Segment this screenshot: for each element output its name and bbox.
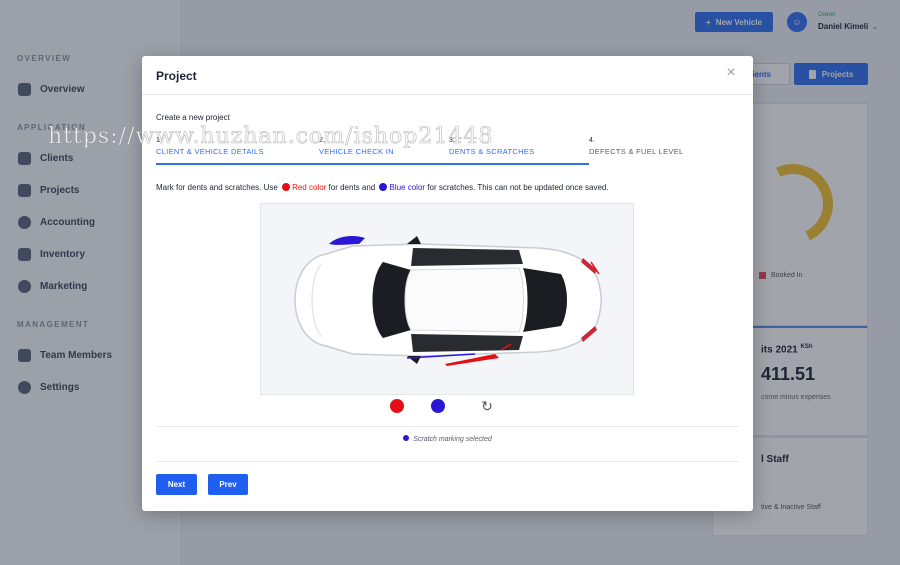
car-top-view-image[interactable] [261, 204, 635, 396]
step-number: 1. [156, 137, 162, 144]
step-defects-fuel-level[interactable]: 4. DEFECTS & FUEL LEVEL [589, 136, 684, 164]
rear-window [523, 268, 567, 332]
step-vehicle-check-in[interactable]: 2. VEHICLE CHECK IN [319, 136, 394, 164]
red-color-picker[interactable] [390, 399, 404, 413]
step-label: CLIENT & VEHICLE DETAILS [156, 147, 264, 156]
red-dot-icon [282, 183, 291, 191]
step-label: VEHICLE CHECK IN [319, 147, 394, 156]
blue-dot-icon [403, 435, 410, 441]
step-label: DENTS & SCRATCHES [449, 147, 535, 156]
next-button[interactable]: Next [156, 474, 197, 495]
instruction-prefix: Mark for dents and scratches. Use [156, 183, 278, 192]
instruction-suffix: for scratches. This can not be updated o… [427, 183, 609, 192]
prev-button[interactable]: Prev [208, 474, 248, 495]
scratch-mark [329, 236, 365, 245]
car-marking-canvas[interactable] [260, 203, 634, 395]
step-client-vehicle-details[interactable]: 1. CLIENT & VEHICLE DETAILS [156, 136, 264, 164]
reset-icon[interactable]: ↻ [478, 397, 496, 415]
step-number: 3. [449, 137, 455, 144]
modal-header: Project × [142, 56, 753, 95]
blue-color-picker[interactable] [431, 399, 445, 413]
step-dents-scratches[interactable]: 3. DENTS & SCRATCHES [449, 136, 534, 164]
stepper-progress-line [156, 163, 589, 165]
status-text: Scratch marking selected [413, 436, 492, 443]
blue-dot-icon [379, 183, 388, 191]
instruction-middle: for dents and [328, 183, 376, 192]
marking-instructions: Mark for dents and scratches. Use Red co… [156, 183, 609, 192]
red-color-label: Red color [292, 183, 327, 192]
stepper: 1. CLIENT & VEHICLE DETAILS 2. VEHICLE C… [156, 136, 736, 165]
blue-color-label: Blue color [389, 183, 426, 192]
modal-subtitle: Create a new project [156, 113, 230, 122]
step-number: 4. [589, 137, 595, 144]
project-modal: Project × Create a new project 1. CLIENT… [142, 56, 753, 511]
modal-title: Project [156, 69, 197, 83]
divider [156, 426, 739, 427]
step-number: 2. [319, 137, 325, 144]
selection-status: Scratch marking selected [142, 435, 753, 443]
step-label: DEFECTS & FUEL LEVEL [589, 147, 684, 156]
divider [156, 461, 739, 462]
close-icon[interactable]: × [723, 65, 739, 81]
